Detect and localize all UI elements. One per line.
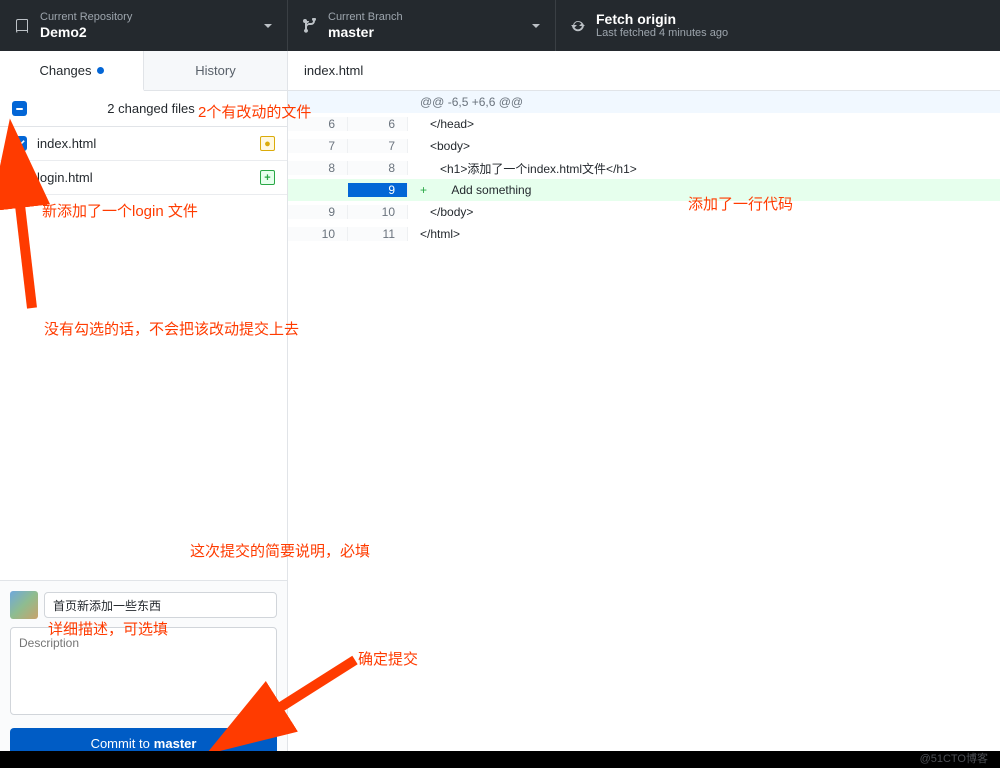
file-row-login[interactable]: login.html +: [0, 161, 287, 195]
tab-history[interactable]: History: [144, 51, 287, 90]
sidebar-tabs: Changes History: [0, 51, 287, 91]
diff-line-added[interactable]: 9 + Add something: [288, 179, 1000, 201]
diff-area: index.html @@ -6,5 +6,6 @@ 6 6 </head> 7…: [288, 51, 1000, 768]
repo-icon: [14, 18, 30, 34]
diff-body: @@ -6,5 +6,6 @@ 6 6 </head> 7 7 <body> 8…: [288, 91, 1000, 245]
chevron-down-icon: [531, 21, 541, 31]
tab-history-label: History: [195, 63, 235, 78]
file-checkbox[interactable]: [12, 136, 27, 151]
diff-line[interactable]: 10 11 </html>: [288, 223, 1000, 245]
top-bar: Current Repository Demo2 Current Branch …: [0, 0, 1000, 51]
diff-line[interactable]: 6 6 </head>: [288, 113, 1000, 135]
file-checkbox[interactable]: [12, 170, 27, 185]
fetch-subtitle: Last fetched 4 minutes ago: [596, 27, 728, 40]
diff-line[interactable]: 7 7 <body>: [288, 135, 1000, 157]
status-modified-icon: ●: [260, 136, 275, 151]
chevron-down-icon: [263, 21, 273, 31]
repo-label: Current Repository: [40, 11, 132, 24]
sidebar: Changes History 2 changed files index.ht…: [0, 51, 288, 768]
tab-changes[interactable]: Changes: [0, 51, 144, 91]
sync-icon: [570, 18, 586, 34]
status-added-icon: +: [260, 170, 275, 185]
commit-button-prefix: Commit to: [91, 736, 150, 751]
diff-line[interactable]: 9 10 </body>: [288, 201, 1000, 223]
branch-selector[interactable]: Current Branch master: [288, 0, 556, 51]
select-all-checkbox[interactable]: [12, 101, 27, 116]
diff-line[interactable]: 8 8 <h1>添加了一个index.html文件</h1>: [288, 157, 1000, 179]
commit-button-branch: master: [154, 736, 197, 751]
fetch-title: Fetch origin: [596, 11, 728, 28]
commit-summary-input[interactable]: [44, 592, 277, 618]
changed-files-bar: 2 changed files: [0, 91, 287, 127]
watermark: @51CTO博客: [920, 750, 988, 766]
branch-name: master: [328, 24, 403, 41]
commit-description-input[interactable]: [10, 627, 277, 715]
changed-files-count: 2 changed files: [27, 101, 275, 116]
file-row-index[interactable]: index.html ●: [0, 127, 287, 161]
changes-indicator-dot: [97, 67, 104, 74]
branch-icon: [302, 18, 318, 34]
file-name: index.html: [37, 136, 260, 151]
commit-panel: Commit to master: [0, 580, 287, 768]
tab-changes-label: Changes: [39, 63, 91, 78]
check-icon: [15, 139, 25, 149]
bottom-strip: [0, 751, 1000, 768]
avatar: [10, 591, 38, 619]
branch-label: Current Branch: [328, 11, 403, 24]
diff-hunk-header: @@ -6,5 +6,6 @@: [288, 91, 1000, 113]
diff-filename: index.html: [288, 51, 1000, 91]
file-name: login.html: [37, 170, 260, 185]
repo-selector[interactable]: Current Repository Demo2: [0, 0, 288, 51]
fetch-origin-button[interactable]: Fetch origin Last fetched 4 minutes ago: [556, 0, 1000, 51]
repo-name: Demo2: [40, 24, 132, 41]
